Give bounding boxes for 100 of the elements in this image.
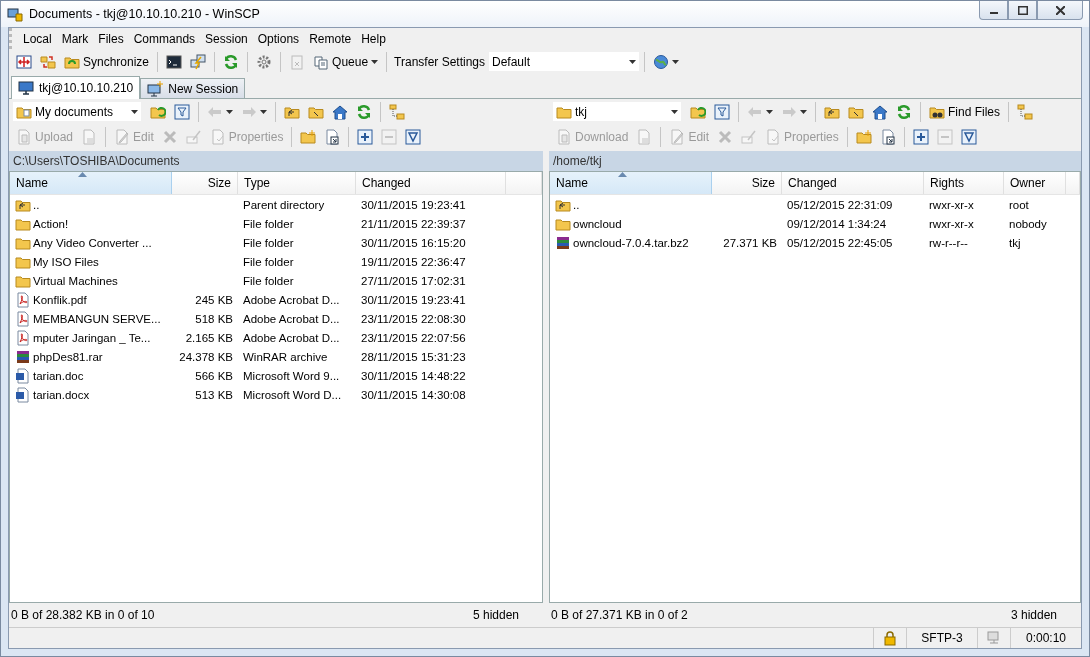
file-name[interactable]: Konflik.pdf xyxy=(33,293,87,306)
table-cell: 27/11/2015 17:02:31 xyxy=(361,274,466,287)
path-bar: /home/tkj xyxy=(549,151,1081,171)
column-header[interactable]: Name xyxy=(10,172,172,194)
column-header[interactable]: Changed xyxy=(356,172,506,194)
new-folder-icon xyxy=(300,128,317,145)
table-cell: 23/11/2015 22:07:56 xyxy=(361,331,466,344)
edit-icon xyxy=(669,128,686,145)
file-name[interactable]: My ISO Files xyxy=(33,255,99,268)
table-cell: File folder xyxy=(243,236,294,249)
menu-item[interactable]: Remote xyxy=(304,30,357,48)
table-cell: 30/11/2015 19:23:41 xyxy=(361,293,466,306)
table-cell: 09/12/2014 1:34:24 xyxy=(787,217,887,230)
file-name[interactable]: tarian.docx xyxy=(33,388,90,401)
table-cell: 05/12/2015 22:31:09 xyxy=(787,198,893,211)
close-icon xyxy=(1055,5,1065,15)
file-name[interactable]: .. xyxy=(573,198,580,211)
menu-item[interactable]: Options xyxy=(252,30,305,48)
table-cell: 28/11/2015 15:31:23 xyxy=(361,350,466,363)
column-header[interactable]: Owner xyxy=(1004,172,1066,194)
plus-icon xyxy=(357,128,374,145)
menu-item[interactable]: Session xyxy=(200,30,253,48)
home-icon xyxy=(872,103,888,120)
column-header[interactable]: Rights xyxy=(924,172,1004,194)
synchronize-button[interactable]: Synchronize xyxy=(61,50,153,73)
table-cell: Microsoft Word D... xyxy=(243,388,342,401)
copy-document-icon xyxy=(556,128,572,145)
table-cell: 19/11/2015 22:36:47 xyxy=(361,255,466,268)
close-button[interactable] xyxy=(1037,1,1083,20)
menu-item[interactable]: Help xyxy=(356,30,391,48)
session-tab[interactable]: New Session xyxy=(140,78,246,98)
file-name[interactable]: Any Video Converter ... xyxy=(33,236,152,249)
table-cell: Adobe Acrobat D... xyxy=(243,331,340,344)
rename-icon xyxy=(185,128,202,145)
properties-icon xyxy=(765,128,782,145)
plus-icon xyxy=(912,128,929,145)
minimize-button[interactable] xyxy=(979,1,1008,20)
sort-arrow-icon xyxy=(618,172,627,177)
column-header[interactable]: Name xyxy=(550,172,712,194)
column-header[interactable]: Size xyxy=(712,172,782,194)
caret-icon xyxy=(131,109,138,114)
maximize-button[interactable] xyxy=(1008,1,1037,20)
table-cell: Adobe Acrobat D... xyxy=(243,312,340,325)
table-cell: 566 KB xyxy=(195,369,233,382)
archive-icon xyxy=(555,234,571,251)
queue-button[interactable]: Queue xyxy=(310,50,382,73)
table-cell: 518 KB xyxy=(195,312,233,325)
menu-item[interactable]: Local xyxy=(18,30,57,48)
new-folder-icon xyxy=(855,128,872,145)
location-dropdown[interactable]: tkj xyxy=(553,102,681,121)
pdf-file-icon xyxy=(15,329,31,346)
computer-icon xyxy=(986,630,1002,646)
sort-arrow-icon xyxy=(78,172,87,177)
caret-icon xyxy=(671,109,678,114)
file-name[interactable]: .. xyxy=(33,198,40,211)
table-cell: 30/11/2015 19:23:41 xyxy=(361,198,466,211)
file-name[interactable]: mputer Jaringan _ Te... xyxy=(33,331,151,344)
funnel-icon xyxy=(405,128,422,145)
file-name[interactable]: MEMBANGUN SERVE... xyxy=(33,312,161,325)
word-document-icon xyxy=(15,367,31,384)
table-cell: 21/11/2015 22:39:37 xyxy=(361,217,466,230)
find-button[interactable]: Find Files xyxy=(926,100,1003,123)
home-icon xyxy=(332,103,348,120)
archive-icon xyxy=(15,348,31,365)
file-name[interactable]: owncloud xyxy=(573,217,622,230)
file-name[interactable]: owncloud-7.0.4.tar.bz2 xyxy=(573,236,689,249)
column-header[interactable]: Size xyxy=(172,172,238,194)
shortcut-icon xyxy=(879,128,896,145)
globe-icon xyxy=(653,53,669,70)
table-cell: Adobe Acrobat D... xyxy=(243,293,340,306)
table-cell: 05/12/2015 22:45:05 xyxy=(787,236,893,249)
session-tab[interactable]: tkj@10.10.10.210 xyxy=(11,76,141,99)
pdf-file-icon xyxy=(15,310,31,327)
file-name[interactable]: phpDes81.rar xyxy=(33,350,103,363)
delete-icon xyxy=(717,128,734,145)
table-cell: 513 KB xyxy=(195,388,233,401)
tree-icon xyxy=(389,103,405,120)
file-name[interactable]: tarian.doc xyxy=(33,369,84,382)
minus-icon xyxy=(936,128,953,145)
terminal-icon xyxy=(166,53,183,70)
menu-item[interactable]: Mark xyxy=(56,30,94,48)
selection-status: 0 B of 27.371 KB in 0 of 2 xyxy=(551,608,688,622)
sync-folders-icon xyxy=(40,53,56,70)
table-cell: rwxr-xr-x xyxy=(929,217,974,230)
file-name[interactable]: Virtual Machines xyxy=(33,274,118,287)
menu-item[interactable]: Commands xyxy=(128,30,201,48)
menu-item[interactable]: Files xyxy=(93,30,129,48)
transfer-settings-dropdown[interactable]: Default xyxy=(489,52,639,71)
table-cell: 27.371 KB xyxy=(723,236,777,249)
table-cell: Parent directory xyxy=(243,198,325,211)
column-header[interactable]: Changed xyxy=(782,172,924,194)
table-cell: 30/11/2015 14:30:08 xyxy=(361,388,466,401)
minus-icon xyxy=(381,128,398,145)
compare-icon xyxy=(16,53,32,70)
location-dropdown[interactable]: My documents xyxy=(13,102,141,121)
table-cell: File folder xyxy=(243,217,294,230)
file-name[interactable]: Action! xyxy=(33,217,69,230)
hidden-count: 3 hidden xyxy=(1010,608,1057,622)
column-header[interactable]: Type xyxy=(238,172,356,194)
elapsed-time: 0:00:10 xyxy=(1010,628,1081,648)
